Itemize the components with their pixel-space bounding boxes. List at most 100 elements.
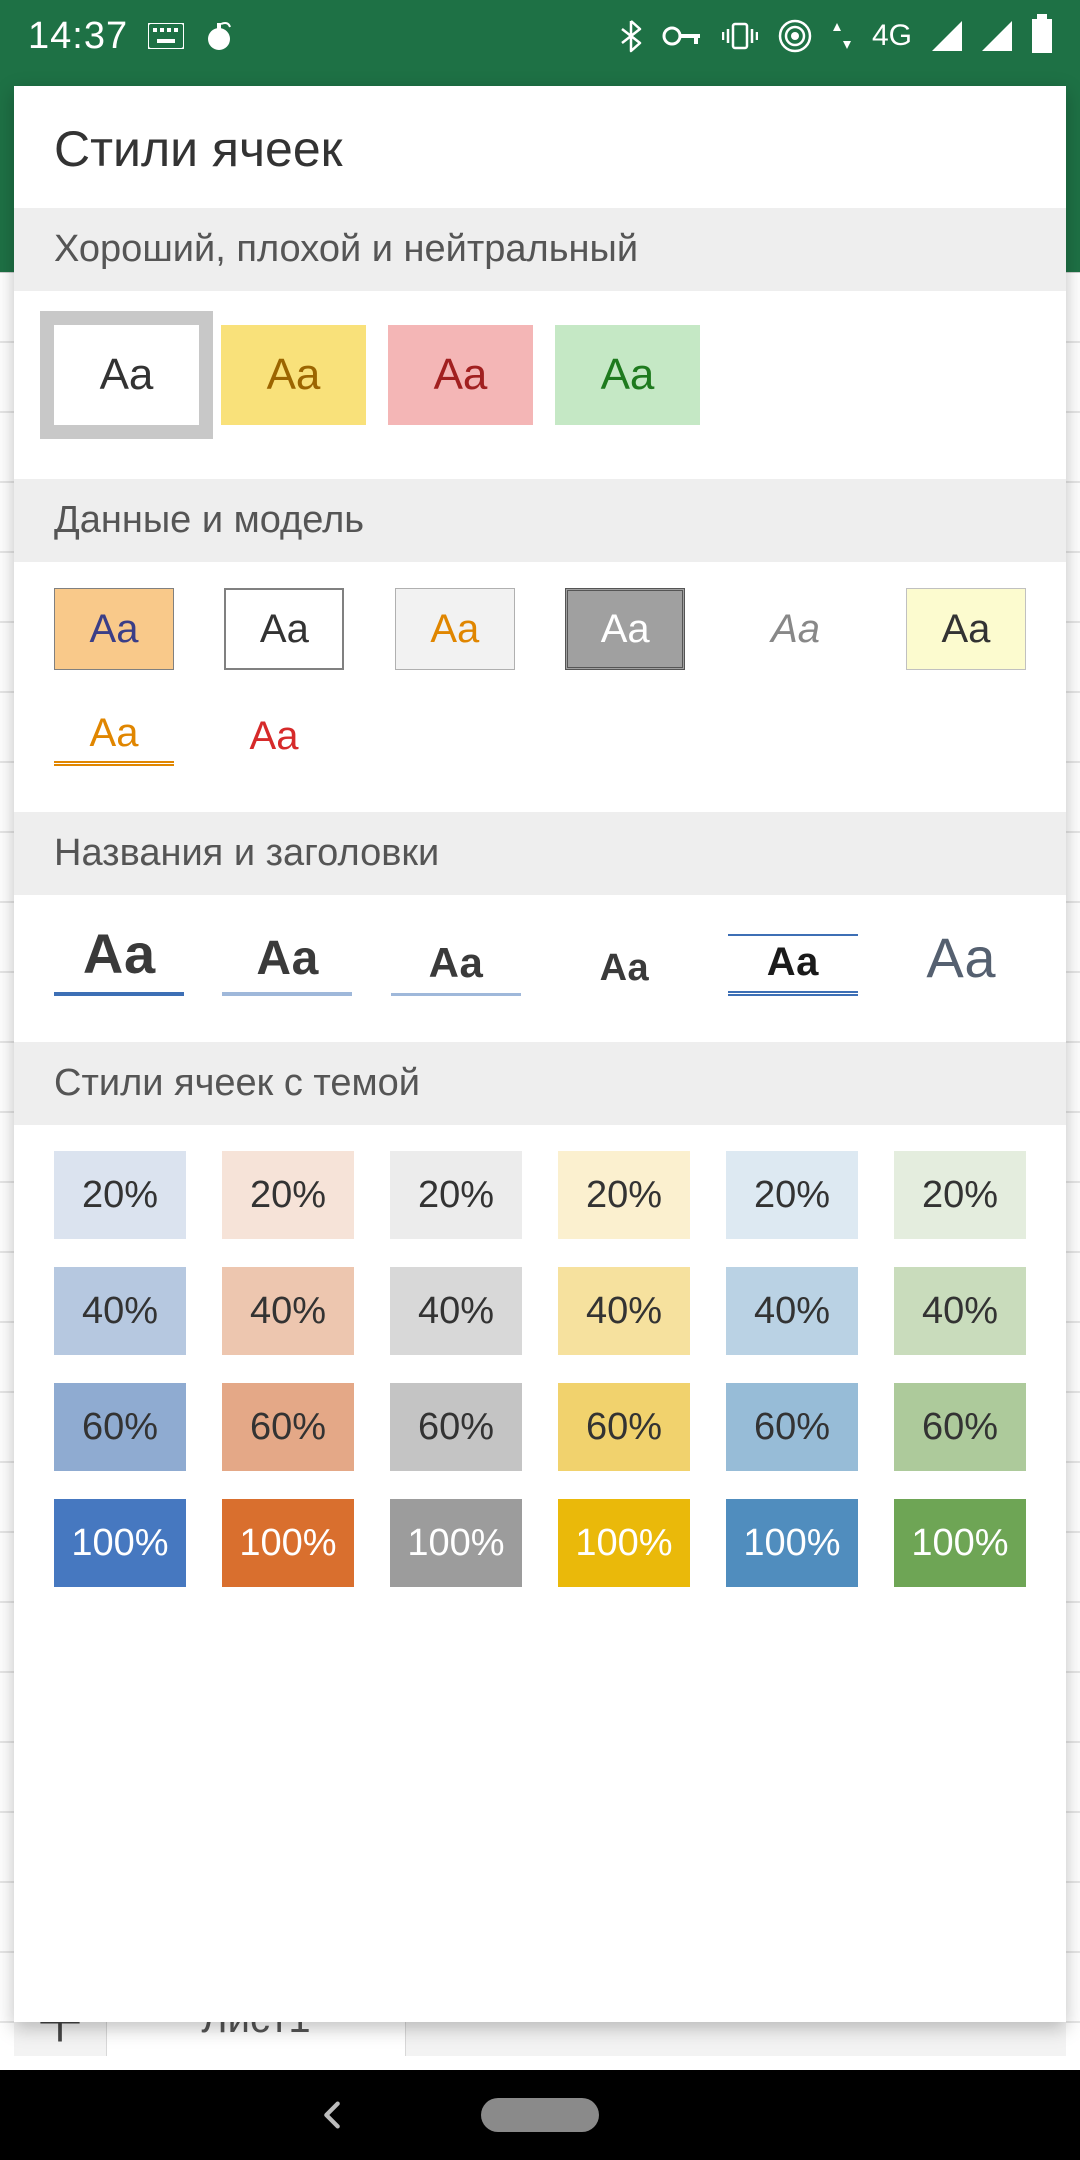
style-sample-label: Aa: [941, 607, 990, 652]
heading-sample-label: Аа: [83, 922, 155, 985]
theme-percent-label: 60%: [250, 1406, 326, 1449]
style-sample-label: Aa: [90, 711, 139, 756]
theme-accent6-60%[interactable]: 60%: [894, 1383, 1026, 1471]
style-sample-label: Aa: [601, 350, 655, 400]
theme-percent-label: 40%: [754, 1290, 830, 1333]
style-sample-label: Aa: [771, 607, 820, 652]
theme-percent-label: 60%: [418, 1406, 494, 1449]
style-neutral[interactable]: Aa: [54, 325, 199, 425]
theme-accent4-100%[interactable]: 100%: [558, 1499, 690, 1587]
style-good[interactable]: Aa: [555, 325, 700, 425]
clock: 14:37: [28, 15, 128, 58]
vpn-key-icon: [662, 24, 702, 48]
vibrate-icon: [722, 21, 758, 51]
style-bad-warn[interactable]: Aa: [221, 325, 366, 425]
theme-percent-label: 60%: [754, 1406, 830, 1449]
theme-accent5-100%[interactable]: 100%: [726, 1499, 858, 1587]
style-linked-cell[interactable]: Aa: [54, 706, 174, 766]
theme-accent4-40%[interactable]: 40%: [558, 1267, 690, 1355]
theme-accent2-40%[interactable]: 40%: [222, 1267, 354, 1355]
style-note[interactable]: Aa: [906, 588, 1026, 670]
theme-accent3-20%[interactable]: 20%: [390, 1151, 522, 1239]
section-themed-header: Стили ячеек с темой: [14, 1042, 1066, 1125]
network-type: 4G: [872, 19, 912, 53]
theme-accent1-40%[interactable]: 40%: [54, 1267, 186, 1355]
theme-accent3-40%[interactable]: 40%: [390, 1267, 522, 1355]
style-heading-2[interactable]: Аа: [222, 931, 352, 996]
theme-percent-label: 100%: [575, 1522, 672, 1565]
style-check-cell[interactable]: Aa: [224, 588, 344, 670]
data-arrows-icon: [832, 21, 852, 51]
theme-accent4-20%[interactable]: 20%: [558, 1151, 690, 1239]
section-data-model-body: Aa Aa Aa Aa Aa Aa Aa Aa: [14, 562, 1066, 812]
theme-accent5-20%[interactable]: 20%: [726, 1151, 858, 1239]
theme-percent-label: 40%: [586, 1290, 662, 1333]
panel-title: Стили ячеек: [14, 86, 1066, 208]
style-sample-label: Aa: [430, 607, 479, 652]
theme-percent-label: 20%: [586, 1174, 662, 1217]
heading-sample-label: Аа: [600, 947, 649, 989]
theme-percent-label: 20%: [250, 1174, 326, 1217]
style-sample-label: Aa: [260, 607, 309, 652]
hotspot-icon: [778, 19, 812, 53]
section-data-model-header: Данные и модель: [14, 479, 1066, 562]
theme-percent-label: 100%: [743, 1522, 840, 1565]
android-navbar: [0, 2070, 1080, 2160]
theme-percent-label: 20%: [922, 1174, 998, 1217]
style-bad[interactable]: Aa: [388, 325, 533, 425]
style-sample-label: Aa: [601, 607, 650, 652]
theme-accent5-40%[interactable]: 40%: [726, 1267, 858, 1355]
signal-icon-1: [932, 21, 962, 51]
theme-accent2-20%[interactable]: 20%: [222, 1151, 354, 1239]
section-good-bad-header: Хороший, плохой и нейтральный: [14, 208, 1066, 291]
status-bar: 14:37 4G: [0, 0, 1080, 72]
theme-accent4-60%[interactable]: 60%: [558, 1383, 690, 1471]
theme-percent-label: 100%: [407, 1522, 504, 1565]
theme-accent6-20%[interactable]: 20%: [894, 1151, 1026, 1239]
style-calculation[interactable]: Aa: [54, 588, 174, 670]
theme-accent1-100%[interactable]: 100%: [54, 1499, 186, 1587]
theme-percent-label: 40%: [418, 1290, 494, 1333]
style-warning-text[interactable]: Aa: [214, 706, 334, 766]
theme-accent1-60%[interactable]: 60%: [54, 1383, 186, 1471]
style-sample-label: Aa: [267, 350, 321, 400]
bomb-icon: [204, 21, 234, 51]
style-heading-3[interactable]: Аа: [391, 939, 521, 996]
theme-accent2-100%[interactable]: 100%: [222, 1499, 354, 1587]
theme-percent-label: 100%: [239, 1522, 336, 1565]
signal-icon-2: [982, 21, 1012, 51]
style-total[interactable]: Аа: [728, 934, 858, 996]
theme-percent-label: 60%: [922, 1406, 998, 1449]
battery-icon: [1032, 19, 1052, 53]
style-sample-label: Aa: [434, 350, 488, 400]
theme-percent-label: 40%: [922, 1290, 998, 1333]
theme-accent2-60%[interactable]: 60%: [222, 1383, 354, 1471]
theme-accent6-100%[interactable]: 100%: [894, 1499, 1026, 1587]
theme-percent-label: 20%: [754, 1174, 830, 1217]
back-button[interactable]: [315, 2098, 349, 2132]
style-output[interactable]: Aa: [565, 588, 685, 670]
style-sample-label: Aa: [100, 350, 154, 400]
theme-accent3-60%[interactable]: 60%: [390, 1383, 522, 1471]
theme-percent-label: 20%: [418, 1174, 494, 1217]
bluetooth-icon: [620, 19, 642, 53]
home-pill[interactable]: [481, 2098, 599, 2132]
style-explanatory[interactable]: Aa: [736, 588, 856, 670]
style-title[interactable]: Аа: [896, 925, 1026, 996]
section-headings-header: Названия и заголовки: [14, 812, 1066, 895]
heading-sample-label: Аа: [256, 932, 318, 985]
section-themed-body: 20% 20% 20% 20% 20% 20% 40% 40% 40% 40% 40% 40% 60% 6…: [14, 1125, 1066, 1633]
heading-sample-label: Аа: [926, 926, 995, 989]
style-heading-1[interactable]: Аа: [54, 921, 184, 996]
theme-accent6-40%[interactable]: 40%: [894, 1267, 1026, 1355]
style-input[interactable]: Aa: [395, 588, 515, 670]
theme-accent5-60%[interactable]: 60%: [726, 1383, 858, 1471]
theme-percent-label: 40%: [82, 1290, 158, 1333]
theme-accent1-20%[interactable]: 20%: [54, 1151, 186, 1239]
keyboard-icon: [148, 23, 184, 49]
theme-accent3-100%[interactable]: 100%: [390, 1499, 522, 1587]
heading-sample-label: Аа: [767, 940, 819, 984]
theme-percent-label: 60%: [586, 1406, 662, 1449]
theme-percent-label: 100%: [71, 1522, 168, 1565]
style-heading-4[interactable]: Аа: [559, 947, 689, 996]
